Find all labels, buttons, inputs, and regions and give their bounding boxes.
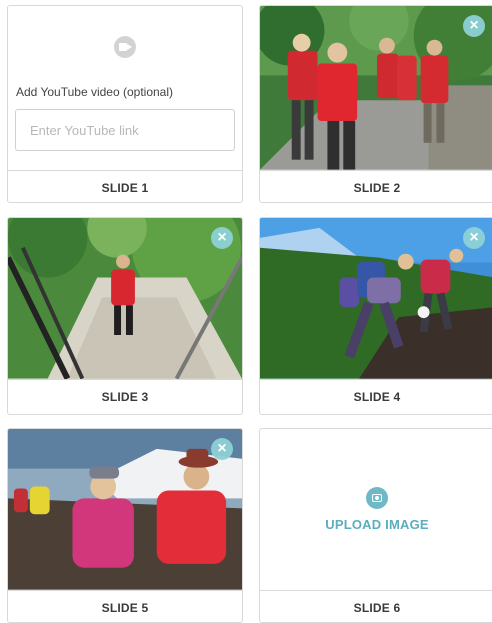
remove-slide-button[interactable]: × <box>211 227 233 249</box>
remove-slide-button[interactable]: × <box>211 438 233 460</box>
slide-image: × <box>260 218 492 380</box>
youtube-link-input[interactable] <box>15 109 235 151</box>
slide-photo <box>260 218 492 379</box>
slide-label: SLIDE 2 <box>353 180 401 195</box>
slide-image: × <box>8 218 242 380</box>
remove-slide-button[interactable]: × <box>463 227 485 249</box>
slide-photo <box>8 429 242 590</box>
remove-slide-button[interactable]: × <box>463 15 485 37</box>
slide-photo <box>8 218 242 379</box>
slide-image: × <box>8 429 242 591</box>
video-slot: Add YouTube video (optional) <box>8 6 242 171</box>
upload-area[interactable]: UPLOAD IMAGE <box>260 429 492 591</box>
slide-card-4[interactable]: × SLIDE 4 <box>259 217 492 415</box>
slide-label: SLIDE 4 <box>353 389 401 404</box>
slide-label: SLIDE 6 <box>353 600 401 615</box>
slide-card-5[interactable]: × SLIDE 5 <box>7 428 243 623</box>
slide-label: SLIDE 3 <box>101 389 149 404</box>
slide-card-3[interactable]: × SLIDE 3 <box>7 217 243 415</box>
slide-label: SLIDE 1 <box>101 180 149 195</box>
slide-card-6: UPLOAD IMAGE SLIDE 6 <box>259 428 492 623</box>
slide-image: × <box>260 6 492 171</box>
upload-image-button[interactable]: UPLOAD IMAGE <box>260 429 492 590</box>
slide-card-2[interactable]: × SLIDE 2 <box>259 5 492 203</box>
video-slot-label: Add YouTube video (optional) <box>16 85 174 99</box>
slide-photo <box>260 6 492 170</box>
slide-card-1: Add YouTube video (optional) SLIDE 1 <box>7 5 243 203</box>
camera-icon <box>366 487 388 509</box>
slide-label: SLIDE 5 <box>101 600 149 615</box>
upload-image-label: UPLOAD IMAGE <box>325 517 429 532</box>
video-camera-icon <box>114 36 136 58</box>
